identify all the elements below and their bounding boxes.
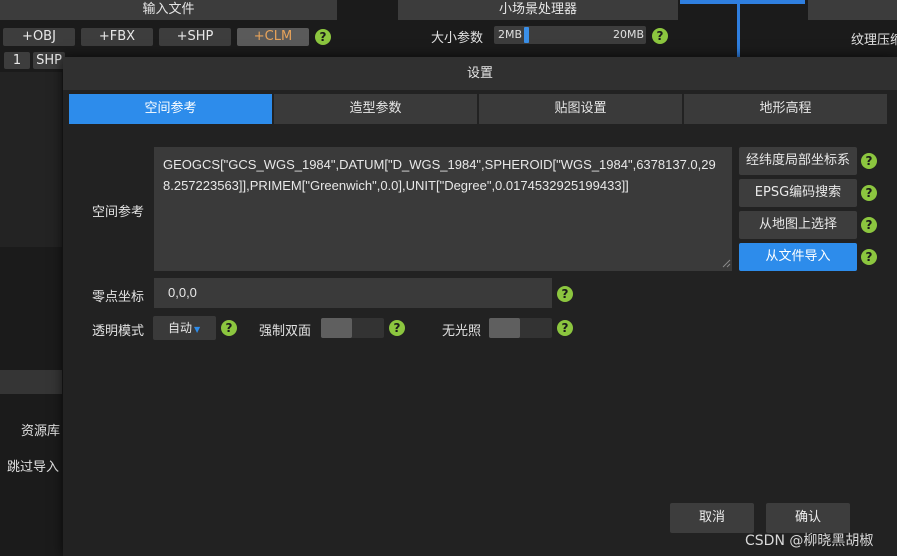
- import-from-file-button[interactable]: 从文件导入: [739, 243, 857, 271]
- select-from-map-button[interactable]: 从地图上选择: [739, 211, 857, 239]
- file-list-area: [0, 72, 62, 247]
- help-icon[interactable]: ?: [652, 28, 668, 44]
- help-icon[interactable]: ?: [315, 29, 331, 45]
- size-param-label: 大小参数: [431, 31, 484, 46]
- resize-handle-icon[interactable]: [721, 258, 731, 268]
- unlit-label: 无光照: [442, 324, 482, 339]
- input-files-title: 输入文件: [0, 0, 337, 20]
- transparency-mode-select[interactable]: 自动 ▼: [153, 316, 216, 340]
- help-icon[interactable]: ?: [557, 286, 573, 302]
- spatial-ref-label: 空间参考: [92, 205, 145, 220]
- cancel-button[interactable]: 取消: [670, 503, 754, 533]
- size-slider-handle[interactable]: [524, 27, 529, 43]
- toggle-thumb: [489, 318, 520, 338]
- help-icon[interactable]: ?: [861, 249, 877, 265]
- resources-panel-header: [0, 370, 62, 394]
- latlon-local-coord-button[interactable]: 经纬度局部坐标系: [739, 147, 857, 175]
- transparency-mode-value: 自动: [168, 321, 193, 335]
- settings-dialog: 设置 空间参考 造型参数 贴图设置 地形高程 空间参考 GEOGCS["GCS_…: [63, 57, 897, 556]
- watermark: CSDN @柳晓黑胡椒: [745, 533, 874, 549]
- help-icon[interactable]: ?: [221, 320, 237, 336]
- size-max-label: 20MB: [612, 28, 644, 41]
- help-icon[interactable]: ?: [861, 185, 877, 201]
- origin-coord-input[interactable]: 0,0,0: [154, 278, 552, 308]
- tab-terrain-elevation[interactable]: 地形高程: [684, 94, 887, 124]
- confirm-button[interactable]: 确认: [766, 503, 850, 533]
- transparency-mode-label: 透明模式: [92, 324, 145, 339]
- connection-line: [737, 0, 740, 57]
- tab-spatial-reference[interactable]: 空间参考: [69, 94, 272, 124]
- help-icon[interactable]: ?: [861, 217, 877, 233]
- size-min-label: 2MB: [498, 28, 523, 41]
- size-param-slider[interactable]: 2MB 20MB: [494, 26, 646, 44]
- resource-library-label: 资源库: [21, 424, 61, 439]
- help-icon[interactable]: ?: [557, 320, 573, 336]
- file-row-type[interactable]: SHP: [33, 52, 65, 69]
- force-double-side-toggle[interactable]: [321, 318, 384, 338]
- tab-modeling-params[interactable]: 造型参数: [274, 94, 477, 124]
- add-obj-button[interactable]: +OBJ: [3, 28, 75, 46]
- dialog-title: 设置: [63, 57, 897, 90]
- help-icon[interactable]: ?: [861, 153, 877, 169]
- texture-compress-label: 纹理压缩: [851, 33, 897, 48]
- add-clm-button[interactable]: +CLM: [237, 28, 309, 46]
- toggle-thumb: [321, 318, 352, 338]
- origin-coord-label: 零点坐标: [92, 290, 145, 305]
- file-row-index: 1: [4, 52, 30, 69]
- add-shp-button[interactable]: +SHP: [159, 28, 231, 46]
- force-double-side-label: 强制双面: [259, 324, 312, 339]
- tab-texture-settings[interactable]: 贴图设置: [479, 94, 682, 124]
- caret-down-icon: ▼: [194, 325, 201, 334]
- help-icon[interactable]: ?: [389, 320, 405, 336]
- small-scene-title: 小场景处理器: [398, 0, 678, 20]
- epsg-search-button[interactable]: EPSG编码搜索: [739, 179, 857, 207]
- connection-line: [680, 0, 805, 4]
- skip-import-label: 跳过导入: [7, 460, 60, 475]
- unlit-toggle[interactable]: [489, 318, 552, 338]
- add-fbx-button[interactable]: +FBX: [81, 28, 153, 46]
- spatial-ref-textarea[interactable]: GEOGCS["GCS_WGS_1984",DATUM["D_WGS_1984"…: [154, 147, 732, 271]
